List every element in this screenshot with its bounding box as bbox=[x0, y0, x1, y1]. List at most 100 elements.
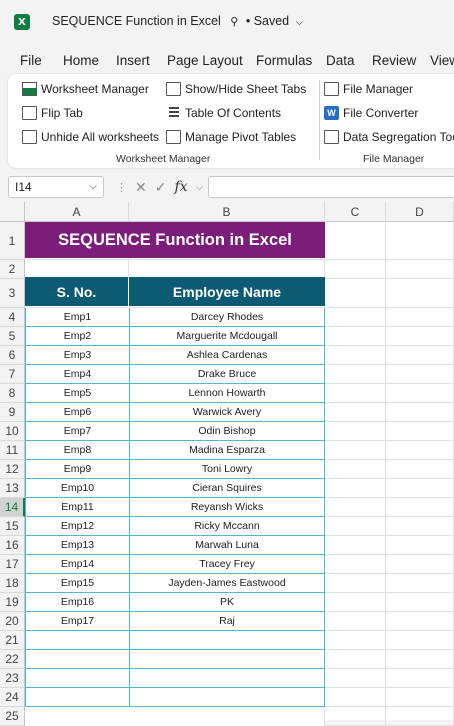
table-cell-employee-name[interactable] bbox=[129, 688, 325, 707]
grid-cell[interactable] bbox=[325, 384, 386, 403]
grid-cell[interactable] bbox=[386, 403, 454, 422]
tab-review[interactable]: Review bbox=[372, 53, 416, 68]
grid-cell[interactable] bbox=[325, 403, 386, 422]
row-header[interactable]: 3 bbox=[0, 279, 25, 308]
grid-cell[interactable] bbox=[325, 460, 386, 479]
grid-cell[interactable] bbox=[386, 631, 454, 650]
table-cell-employee-name[interactable]: Reyansh Wicks bbox=[129, 498, 325, 517]
row-header[interactable]: 11 bbox=[0, 441, 25, 460]
grid-cell[interactable] bbox=[325, 536, 386, 555]
table-cell-sno[interactable]: Emp13 bbox=[25, 536, 129, 555]
grid-cell[interactable] bbox=[386, 688, 454, 707]
grid-cell[interactable] bbox=[325, 517, 386, 536]
table-cell-sno[interactable]: Emp15 bbox=[25, 574, 129, 593]
name-box[interactable]: I14 ⌵ bbox=[8, 176, 104, 198]
grid-cell[interactable] bbox=[325, 498, 386, 517]
table-cell-employee-name[interactable]: Raj bbox=[129, 612, 325, 631]
grid-cell[interactable] bbox=[386, 327, 454, 346]
table-cell-employee-name[interactable] bbox=[129, 631, 325, 650]
table-cell-employee-name[interactable]: Lennon Howarth bbox=[129, 384, 325, 403]
table-cell-sno[interactable]: Emp17 bbox=[25, 612, 129, 631]
grid-cell[interactable] bbox=[386, 279, 454, 308]
row-header[interactable]: 20 bbox=[0, 612, 25, 631]
row-header[interactable]: 9 bbox=[0, 403, 25, 422]
grid-cell[interactable] bbox=[325, 308, 386, 327]
table-cell-sno[interactable]: Emp14 bbox=[25, 555, 129, 574]
table-cell-employee-name[interactable]: Odin Bishop bbox=[129, 422, 325, 441]
table-cell-sno[interactable]: Emp7 bbox=[25, 422, 129, 441]
table-cell-sno[interactable]: Emp8 bbox=[25, 441, 129, 460]
table-cell-employee-name[interactable] bbox=[129, 669, 325, 688]
row-header[interactable]: 14 bbox=[0, 498, 25, 517]
table-cell-employee-name[interactable]: Madina Esparza bbox=[129, 441, 325, 460]
row-header[interactable]: 17 bbox=[0, 555, 25, 574]
row-header[interactable]: 21 bbox=[0, 631, 25, 650]
insert-function-icon[interactable]: fx bbox=[174, 179, 187, 195]
chevron-down-icon[interactable]: ⌵ bbox=[196, 182, 204, 193]
grid-cell[interactable] bbox=[386, 707, 454, 726]
grid-cell[interactable] bbox=[325, 574, 386, 593]
formula-input[interactable] bbox=[208, 176, 454, 198]
table-cell-employee-name[interactable]: Toni Lowry bbox=[129, 460, 325, 479]
grid-cell[interactable] bbox=[386, 517, 454, 536]
cancel-icon[interactable]: ✕ bbox=[135, 179, 147, 196]
row-header[interactable]: 5 bbox=[0, 327, 25, 346]
table-cell-employee-name[interactable]: Jayden-James Eastwood bbox=[129, 574, 325, 593]
table-cell-employee-name[interactable]: PK bbox=[129, 593, 325, 612]
manage-pivot-tables-button[interactable]: Manage Pivot Tables bbox=[166, 130, 296, 144]
row-header[interactable]: 24 bbox=[0, 688, 25, 707]
table-cell-employee-name[interactable]: Tracey Frey bbox=[129, 555, 325, 574]
grid-cell[interactable] bbox=[386, 612, 454, 631]
row-header[interactable]: 2 bbox=[0, 260, 25, 279]
table-cell-sno[interactable]: Emp16 bbox=[25, 593, 129, 612]
grid-cell[interactable] bbox=[386, 422, 454, 441]
grid-cell[interactable] bbox=[386, 308, 454, 327]
table-of-contents-button[interactable]: Table Of Contents bbox=[166, 106, 281, 120]
grid-cell[interactable] bbox=[386, 574, 454, 593]
row-header[interactable]: 7 bbox=[0, 365, 25, 384]
row-header[interactable]: 1 bbox=[0, 222, 25, 260]
grid-cell[interactable] bbox=[325, 346, 386, 365]
grid-cell[interactable] bbox=[386, 650, 454, 669]
grid-cell[interactable] bbox=[386, 460, 454, 479]
table-cell-employee-name[interactable]: Ashlea Cardenas bbox=[129, 346, 325, 365]
row-header[interactable]: 8 bbox=[0, 384, 25, 403]
row-header[interactable]: 22 bbox=[0, 650, 25, 669]
tab-insert[interactable]: Insert bbox=[116, 53, 150, 68]
row-header[interactable]: 25 bbox=[0, 707, 25, 726]
table-cell-sno[interactable]: Emp11 bbox=[25, 498, 129, 517]
table-cell-sno[interactable]: Emp6 bbox=[25, 403, 129, 422]
grid-cell[interactable] bbox=[325, 327, 386, 346]
row-header[interactable]: 13 bbox=[0, 479, 25, 498]
enter-icon[interactable]: ✓ bbox=[155, 179, 167, 196]
grid-cell[interactable] bbox=[325, 365, 386, 384]
grid-cell[interactable] bbox=[325, 260, 386, 279]
grid-cell[interactable] bbox=[325, 422, 386, 441]
table-cell-sno[interactable]: Emp1 bbox=[25, 308, 129, 327]
grid-cell[interactable] bbox=[386, 593, 454, 612]
data-segregation-tool-button[interactable]: Data Segregation Tool bbox=[324, 130, 454, 144]
grid-cell[interactable] bbox=[386, 555, 454, 574]
grid-cell[interactable] bbox=[325, 479, 386, 498]
table-cell-employee-name[interactable]: Ricky Mccann bbox=[129, 517, 325, 536]
grid-cell[interactable] bbox=[386, 260, 454, 279]
file-manager-button[interactable]: File Manager bbox=[324, 82, 413, 96]
table-cell-employee-name[interactable]: Drake Bruce bbox=[129, 365, 325, 384]
chevron-down-icon[interactable]: ⌵ bbox=[89, 177, 97, 197]
row-header[interactable]: 12 bbox=[0, 460, 25, 479]
table-cell-employee-name[interactable] bbox=[129, 707, 325, 726]
table-cell-sno[interactable]: Emp12 bbox=[25, 517, 129, 536]
table-cell-sno[interactable] bbox=[25, 688, 129, 707]
column-header-a[interactable]: A bbox=[25, 202, 129, 222]
grid-cell[interactable] bbox=[386, 346, 454, 365]
table-header-employee-name[interactable]: Employee Name bbox=[129, 277, 325, 306]
worksheet-manager-button[interactable]: Worksheet Manager bbox=[22, 82, 149, 96]
row-header[interactable]: 4 bbox=[0, 308, 25, 327]
grid-cell[interactable] bbox=[386, 365, 454, 384]
row-header[interactable]: 18 bbox=[0, 574, 25, 593]
table-cell-sno[interactable]: Emp9 bbox=[25, 460, 129, 479]
table-cell-sno[interactable] bbox=[25, 650, 129, 669]
row-header[interactable]: 23 bbox=[0, 669, 25, 688]
flip-tab-button[interactable]: Flip Tab bbox=[22, 106, 83, 120]
grid-cell[interactable] bbox=[386, 498, 454, 517]
